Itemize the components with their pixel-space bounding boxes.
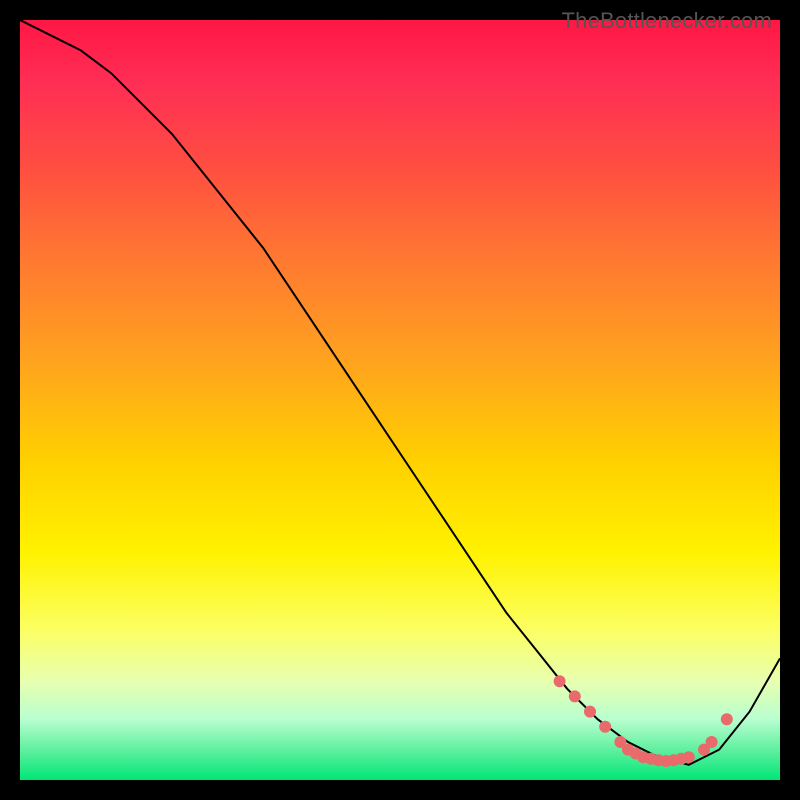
sample-dot [721,713,733,725]
sample-dot [554,675,566,687]
sample-dot [584,706,596,718]
curve-layer [20,20,780,780]
sample-dot [683,751,695,763]
chart-viewport: TheBottlenecker.com [0,0,800,800]
plot-area [20,20,780,780]
sample-dot [599,721,611,733]
sample-dot [706,736,718,748]
marker-group [554,675,733,767]
sample-dot [569,690,581,702]
bottleneck-curve [20,20,780,765]
